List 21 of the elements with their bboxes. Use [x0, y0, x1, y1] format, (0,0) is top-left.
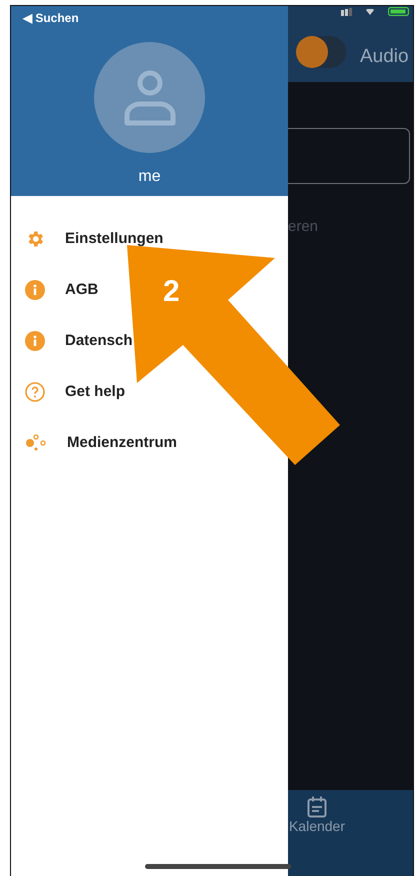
back-link[interactable]: ◀ Suchen	[23, 11, 79, 25]
help-icon	[25, 382, 45, 402]
battery-icon	[388, 7, 409, 16]
signal-icon	[341, 8, 352, 16]
menu-item[interactable]: Medienzentrum	[25, 417, 178, 468]
calendar-tab[interactable]: Kalender	[282, 796, 352, 834]
menu-item[interactable]: Einstellungen	[25, 213, 164, 264]
header-label: Audio	[360, 46, 409, 68]
annotation-number: 2	[163, 275, 180, 309]
input-field[interactable]	[288, 128, 410, 184]
wifi-icon	[366, 8, 374, 14]
user-name: me	[138, 168, 161, 186]
toggle-switch[interactable]	[296, 36, 346, 68]
hint-text: eren	[288, 218, 320, 235]
menu-item[interactable]: Get help	[25, 366, 126, 417]
menu-item[interactable]: Datensch	[25, 315, 133, 366]
info-icon	[25, 280, 45, 300]
info-icon	[25, 330, 45, 350]
menu-item[interactable]: AGB	[25, 264, 98, 315]
calendar-icon	[307, 796, 327, 818]
nodes-icon	[25, 432, 47, 452]
